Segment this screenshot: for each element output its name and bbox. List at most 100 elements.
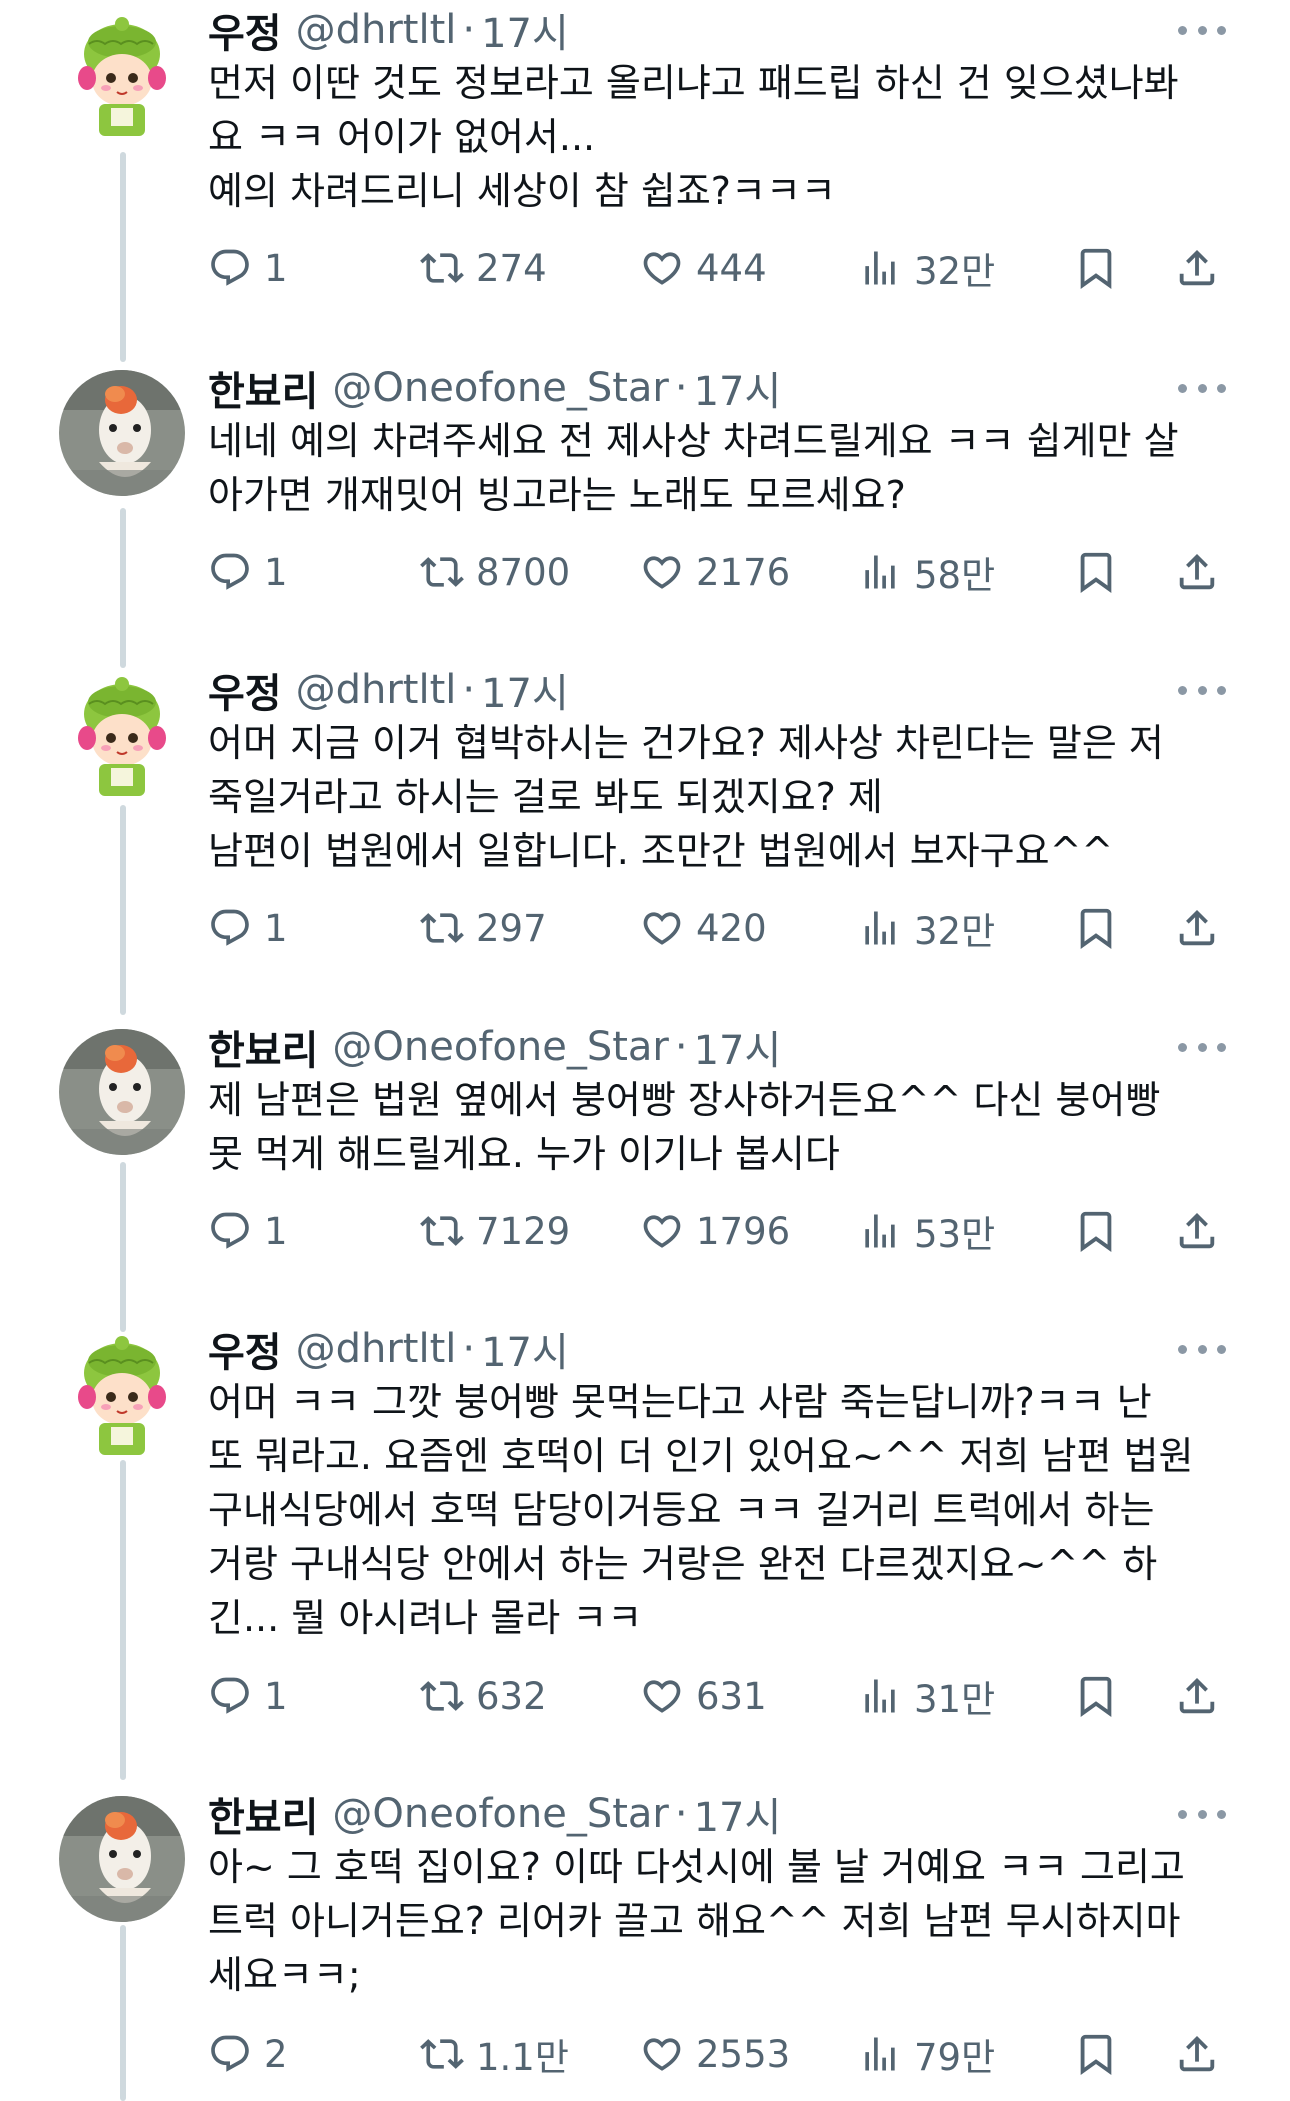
timestamp[interactable]: 17시: [481, 1320, 569, 1378]
heart-icon: [640, 1209, 684, 1253]
bookmark-button[interactable]: [1073, 898, 1119, 958]
timestamp[interactable]: 17시: [694, 1785, 782, 1843]
retweet-button[interactable]: 1.1만: [420, 2024, 569, 2084]
author-name[interactable]: 우정: [208, 1, 282, 59]
author-handle[interactable]: @dhrtltl: [296, 1326, 457, 1372]
like-count: 2553: [696, 2032, 791, 2076]
avatar[interactable]: [59, 1333, 185, 1459]
reply-button[interactable]: 1: [208, 1666, 288, 1726]
more-options-icon[interactable]: [1178, 1329, 1226, 1369]
author-handle[interactable]: @dhrtltl: [296, 667, 457, 713]
views-button[interactable]: 32만: [858, 898, 995, 958]
like-button[interactable]: 1796: [640, 1201, 790, 1261]
share-button[interactable]: [1174, 1201, 1220, 1261]
view-count: 31만: [914, 1678, 996, 1721]
author-handle[interactable]: @Oneofone_Star: [332, 1024, 668, 1070]
retweet-button[interactable]: 297: [420, 898, 547, 958]
bookmark-button[interactable]: [1073, 542, 1119, 602]
timestamp[interactable]: 17시: [481, 1, 569, 59]
share-button[interactable]: [1174, 898, 1220, 958]
bookmark-icon: [1073, 2031, 1119, 2077]
avatar[interactable]: [59, 1796, 185, 1922]
reply-count: 1: [264, 1674, 288, 1718]
thread-line: [120, 1925, 126, 2101]
tweet-text-line: 어머 지금 이거 협박하시는 건가요? 제사상 차린다는 말은 저: [208, 721, 1164, 765]
retweet-button[interactable]: 7129: [420, 1201, 570, 1261]
reply-button[interactable]: 1: [208, 542, 288, 602]
bookmark-button[interactable]: [1073, 1201, 1119, 1261]
tweet-header: 한뵤리 @Oneofone_Star · 17시: [208, 358, 781, 418]
author-handle[interactable]: @Oneofone_Star: [332, 1791, 668, 1837]
tweet-text: 제 남편은 법원 옆에서 붕어빵 장사하거든요^^ 다신 붕어빵 못 먹게 해드…: [208, 1073, 1218, 1181]
like-count: 444: [696, 246, 767, 290]
share-icon: [1174, 245, 1220, 291]
views-button[interactable]: 31만: [858, 1666, 995, 1726]
reply-button[interactable]: 1: [208, 238, 288, 298]
more-options-icon[interactable]: [1178, 10, 1226, 50]
like-button[interactable]: 420: [640, 898, 767, 958]
like-button[interactable]: 631: [640, 1666, 767, 1726]
bookmark-button[interactable]: [1073, 238, 1119, 298]
share-button[interactable]: [1174, 2024, 1220, 2084]
views-button[interactable]: 79만: [858, 2024, 995, 2084]
share-icon: [1174, 1673, 1220, 1719]
author-handle[interactable]: @dhrtltl: [296, 7, 457, 53]
author-name[interactable]: 우정: [208, 661, 282, 719]
like-button[interactable]: 2176: [640, 542, 790, 602]
reply-count: 1: [264, 906, 288, 950]
author-name[interactable]: 한뵤리: [208, 359, 318, 417]
more-options-icon[interactable]: [1178, 1794, 1226, 1834]
reply-icon: [208, 1209, 252, 1253]
tweet-text-line: 먼저 이딴 것도 정보라고 올리냐고 패드립 하신 건 잊으셨나봐: [208, 61, 1179, 105]
author-name[interactable]: 한뵤리: [208, 1018, 318, 1076]
heart-icon: [640, 1674, 684, 1718]
tweet-header: 한뵤리 @Oneofone_Star · 17시: [208, 1784, 781, 1844]
avatar[interactable]: [59, 370, 185, 496]
reply-button[interactable]: 1: [208, 1201, 288, 1261]
views-icon: [858, 1209, 902, 1253]
action-bar: 1 8700 2176 58만: [208, 542, 1248, 602]
timestamp[interactable]: 17시: [694, 359, 782, 417]
author-name[interactable]: 우정: [208, 1320, 282, 1378]
more-options-icon[interactable]: [1178, 670, 1226, 710]
retweet-count: 1.1만: [476, 2036, 569, 2079]
tweet-text: 먼저 이딴 것도 정보라고 올리냐고 패드립 하신 건 잊으셨나봐 요 ㅋㅋ 어…: [208, 56, 1218, 218]
timestamp[interactable]: 17시: [694, 1018, 782, 1076]
author-handle[interactable]: @Oneofone_Star: [332, 365, 668, 411]
retweet-button[interactable]: 274: [420, 238, 547, 298]
avatar[interactable]: [59, 674, 185, 800]
tweet-text-line: 네네 예의 차려주세요 전 제사상 차려드릴게요 ㅋㅋ 쉽게만 살: [208, 419, 1179, 463]
reply-button[interactable]: 2: [208, 2024, 288, 2084]
tweet-text-line: 제 남편은 법원 옆에서 붕어빵 장사하거든요^^ 다신 붕어빵: [208, 1078, 1161, 1122]
tweet-header: 우정 @dhrtltl · 17시: [208, 660, 569, 720]
separator: ·: [674, 1791, 688, 1837]
more-options-icon[interactable]: [1178, 1027, 1226, 1067]
timestamp[interactable]: 17시: [481, 661, 569, 719]
share-icon: [1174, 2031, 1220, 2077]
more-options-icon[interactable]: [1178, 368, 1226, 408]
views-button[interactable]: 32만: [858, 238, 995, 298]
like-button[interactable]: 444: [640, 238, 767, 298]
views-button[interactable]: 53만: [858, 1201, 995, 1261]
retweet-icon: [420, 246, 464, 290]
bookmark-button[interactable]: [1073, 2024, 1119, 2084]
bookmark-icon: [1073, 1208, 1119, 1254]
retweet-button[interactable]: 8700: [420, 542, 570, 602]
separator: ·: [462, 1326, 476, 1372]
retweet-icon: [420, 550, 464, 594]
avatar[interactable]: [59, 14, 185, 140]
share-button[interactable]: [1174, 238, 1220, 298]
views-icon: [858, 2032, 902, 2076]
author-name[interactable]: 한뵤리: [208, 1785, 318, 1843]
reply-button[interactable]: 1: [208, 898, 288, 958]
view-count: 58만: [914, 554, 996, 597]
tweet-text-line: 어머 ㅋㅋ 그깟 붕어빵 못먹는다고 사람 죽는답니까?ㅋㅋ 난: [208, 1380, 1152, 1424]
tweet-text-line: 세요ㅋㅋ;: [208, 1953, 361, 1997]
like-button[interactable]: 2553: [640, 2024, 790, 2084]
retweet-button[interactable]: 632: [420, 1666, 547, 1726]
views-button[interactable]: 58만: [858, 542, 995, 602]
share-button[interactable]: [1174, 1666, 1220, 1726]
bookmark-button[interactable]: [1073, 1666, 1119, 1726]
share-button[interactable]: [1174, 542, 1220, 602]
avatar[interactable]: [59, 1029, 185, 1155]
